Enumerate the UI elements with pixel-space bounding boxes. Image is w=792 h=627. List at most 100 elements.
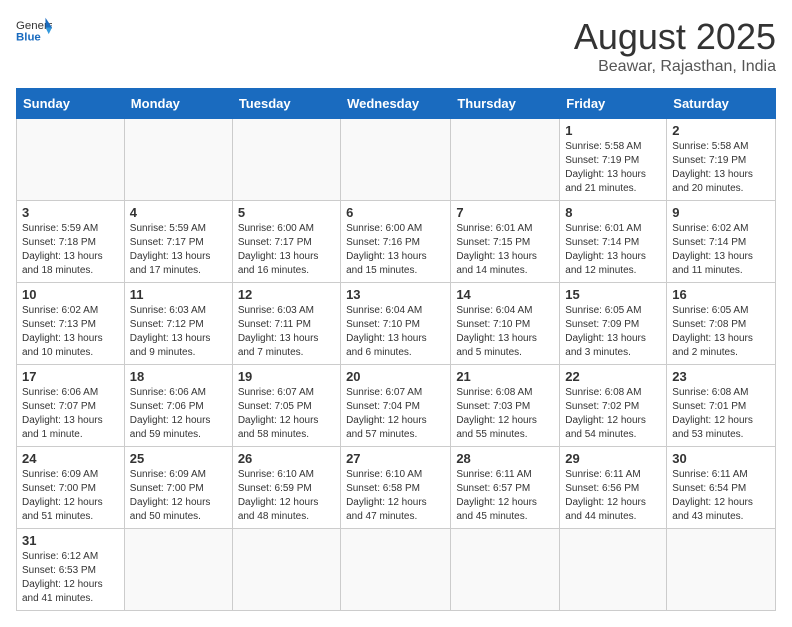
day-number: 13 (346, 287, 445, 302)
day-number: 5 (238, 205, 335, 220)
day-info: Sunrise: 6:11 AM Sunset: 6:57 PM Dayligh… (456, 468, 554, 524)
day-cell: 20 Sunrise: 6:07 AM Sunset: 7:04 PM Dayli… (341, 365, 451, 447)
day-cell: 9Sunrise: 6:02 AM Sunset: 7:14 PM Daylig… (667, 201, 776, 283)
week-row-6: 31 Sunrise: 6:12 AM Sunset: 6:53 PM Dayli… (17, 529, 776, 611)
day-cell (232, 529, 340, 611)
day-number: 1 (565, 123, 661, 138)
day-cell: 7 Sunrise: 6:01 AM Sunset: 7:15 PM Daylig… (451, 201, 560, 283)
day-info: Sunrise: 6:06 AM Sunset: 7:06 PM Dayligh… (130, 386, 227, 442)
day-info: Sunrise: 6:11 AM Sunset: 6:54 PM Dayligh… (672, 468, 770, 524)
day-cell: 8Sunrise: 6:01 AM Sunset: 7:14 PM Daylig… (560, 201, 667, 283)
day-cell: 25 Sunrise: 6:09 AM Sunset: 7:00 PM Dayli… (124, 447, 232, 529)
day-info: Sunrise: 5:58 AM Sunset: 7:19 PM Dayligh… (672, 140, 770, 196)
day-info: Sunrise: 6:07 AM Sunset: 7:04 PM Dayligh… (346, 386, 445, 442)
day-info: Sunrise: 6:11 AM Sunset: 6:56 PM Dayligh… (565, 468, 661, 524)
day-info: Sunrise: 5:59 AM Sunset: 7:18 PM Dayligh… (22, 222, 119, 278)
week-row-2: 3Sunrise: 5:59 AM Sunset: 7:18 PM Daylig… (17, 201, 776, 283)
weekday-header-row: SundayMondayTuesdayWednesdayThursdayFrid… (17, 89, 776, 119)
day-info: Sunrise: 6:03 AM Sunset: 7:11 PM Dayligh… (238, 304, 335, 360)
day-info: Sunrise: 6:04 AM Sunset: 7:10 PM Dayligh… (346, 304, 445, 360)
day-cell (560, 529, 667, 611)
title-area: August 2025 Beawar, Rajasthan, India (574, 16, 776, 76)
day-cell (124, 529, 232, 611)
day-info: Sunrise: 6:02 AM Sunset: 7:13 PM Dayligh… (22, 304, 119, 360)
day-info: Sunrise: 6:09 AM Sunset: 7:00 PM Dayligh… (22, 468, 119, 524)
day-cell: 11 Sunrise: 6:03 AM Sunset: 7:12 PM Dayli… (124, 283, 232, 365)
weekday-header-saturday: Saturday (667, 89, 776, 119)
day-number: 2 (672, 123, 770, 138)
day-number: 31 (22, 533, 119, 548)
weekday-header-sunday: Sunday (17, 89, 125, 119)
day-cell (232, 119, 340, 201)
day-cell: 13 Sunrise: 6:04 AM Sunset: 7:10 PM Dayli… (341, 283, 451, 365)
day-number: 22 (565, 369, 661, 384)
day-info: Sunrise: 6:05 AM Sunset: 7:09 PM Dayligh… (565, 304, 661, 360)
day-cell: 18Sunrise: 6:06 AM Sunset: 7:06 PM Dayli… (124, 365, 232, 447)
day-cell: 30 Sunrise: 6:11 AM Sunset: 6:54 PM Dayli… (667, 447, 776, 529)
week-row-4: 17 Sunrise: 6:06 AM Sunset: 7:07 PM Dayli… (17, 365, 776, 447)
day-cell: 21Sunrise: 6:08 AM Sunset: 7:03 PM Dayli… (451, 365, 560, 447)
day-number: 8 (565, 205, 661, 220)
day-info: Sunrise: 5:59 AM Sunset: 7:17 PM Dayligh… (130, 222, 227, 278)
day-cell: 23Sunrise: 6:08 AM Sunset: 7:01 PM Dayli… (667, 365, 776, 447)
day-cell: 5Sunrise: 6:00 AM Sunset: 7:17 PM Daylig… (232, 201, 340, 283)
day-cell: 24 Sunrise: 6:09 AM Sunset: 7:00 PM Dayli… (17, 447, 125, 529)
day-info: Sunrise: 6:10 AM Sunset: 6:59 PM Dayligh… (238, 468, 335, 524)
day-info: Sunrise: 5:58 AM Sunset: 7:19 PM Dayligh… (565, 140, 661, 196)
page-header: General Blue August 2025 Beawar, Rajasth… (16, 16, 776, 76)
day-cell: 1 Sunrise: 5:58 AM Sunset: 7:19 PM Daylig… (560, 119, 667, 201)
day-number: 6 (346, 205, 445, 220)
day-number: 30 (672, 451, 770, 466)
day-number: 20 (346, 369, 445, 384)
day-info: Sunrise: 6:06 AM Sunset: 7:07 PM Dayligh… (22, 386, 119, 442)
svg-text:Blue: Blue (16, 32, 41, 44)
day-cell: 15Sunrise: 6:05 AM Sunset: 7:09 PM Dayli… (560, 283, 667, 365)
day-info: Sunrise: 6:03 AM Sunset: 7:12 PM Dayligh… (130, 304, 227, 360)
logo: General Blue (16, 16, 52, 44)
day-number: 11 (130, 287, 227, 302)
day-cell: 27Sunrise: 6:10 AM Sunset: 6:58 PM Dayli… (341, 447, 451, 529)
weekday-header-wednesday: Wednesday (341, 89, 451, 119)
day-cell: 17 Sunrise: 6:06 AM Sunset: 7:07 PM Dayli… (17, 365, 125, 447)
week-row-5: 24 Sunrise: 6:09 AM Sunset: 7:00 PM Dayli… (17, 447, 776, 529)
day-cell (124, 119, 232, 201)
day-number: 14 (456, 287, 554, 302)
day-cell: 22 Sunrise: 6:08 AM Sunset: 7:02 PM Dayli… (560, 365, 667, 447)
day-number: 23 (672, 369, 770, 384)
day-number: 7 (456, 205, 554, 220)
day-number: 12 (238, 287, 335, 302)
day-cell: 6 Sunrise: 6:00 AM Sunset: 7:16 PM Daylig… (341, 201, 451, 283)
day-number: 24 (22, 451, 119, 466)
day-info: Sunrise: 6:00 AM Sunset: 7:16 PM Dayligh… (346, 222, 445, 278)
day-cell (341, 529, 451, 611)
day-number: 27 (346, 451, 445, 466)
day-info: Sunrise: 6:08 AM Sunset: 7:02 PM Dayligh… (565, 386, 661, 442)
day-number: 10 (22, 287, 119, 302)
day-number: 16 (672, 287, 770, 302)
calendar-table: SundayMondayTuesdayWednesdayThursdayFrid… (16, 88, 776, 611)
day-cell (667, 529, 776, 611)
day-cell (341, 119, 451, 201)
day-info: Sunrise: 6:12 AM Sunset: 6:53 PM Dayligh… (22, 550, 119, 606)
day-info: Sunrise: 6:01 AM Sunset: 7:15 PM Dayligh… (456, 222, 554, 278)
day-info: Sunrise: 6:09 AM Sunset: 7:00 PM Dayligh… (130, 468, 227, 524)
day-number: 29 (565, 451, 661, 466)
day-cell: 31 Sunrise: 6:12 AM Sunset: 6:53 PM Dayli… (17, 529, 125, 611)
day-info: Sunrise: 6:04 AM Sunset: 7:10 PM Dayligh… (456, 304, 554, 360)
day-cell: 10 Sunrise: 6:02 AM Sunset: 7:13 PM Dayli… (17, 283, 125, 365)
calendar-title: August 2025 (574, 16, 776, 58)
day-number: 17 (22, 369, 119, 384)
day-number: 25 (130, 451, 227, 466)
day-cell: 12 Sunrise: 6:03 AM Sunset: 7:11 PM Dayli… (232, 283, 340, 365)
weekday-header-friday: Friday (560, 89, 667, 119)
logo-icon: General Blue (16, 16, 52, 44)
day-info: Sunrise: 6:05 AM Sunset: 7:08 PM Dayligh… (672, 304, 770, 360)
day-number: 21 (456, 369, 554, 384)
day-number: 4 (130, 205, 227, 220)
day-cell: 14 Sunrise: 6:04 AM Sunset: 7:10 PM Dayli… (451, 283, 560, 365)
day-cell (17, 119, 125, 201)
week-row-1: 1 Sunrise: 5:58 AM Sunset: 7:19 PM Daylig… (17, 119, 776, 201)
weekday-header-thursday: Thursday (451, 89, 560, 119)
day-cell: 19Sunrise: 6:07 AM Sunset: 7:05 PM Dayli… (232, 365, 340, 447)
weekday-header-monday: Monday (124, 89, 232, 119)
